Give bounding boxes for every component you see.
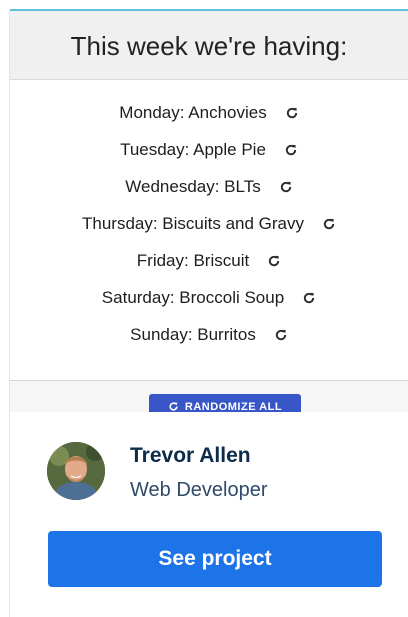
author-name[interactable]: Trevor Allen [130,444,251,468]
randomize-all-button[interactable]: RANDOMIZE ALL [149,394,301,412]
see-project-button[interactable]: See project [48,531,382,587]
meal-label: Saturday: Broccoli Soup [101,288,285,307]
meal-row-saturday: Saturday: Broccoli Soup [10,283,408,313]
refresh-icon[interactable] [274,328,288,342]
meal-label: Monday: Anchovies [119,103,267,122]
meal-row-tuesday: Tuesday: Apple Pie [10,135,408,165]
avatar [47,442,105,500]
refresh-icon [168,401,179,412]
meal-row-wednesday: Wednesday: BLTs [10,172,408,202]
refresh-icon[interactable] [267,254,281,268]
meal-label: Thursday: Biscuits and Gravy [81,214,305,233]
card-info: Trevor Allen Web Developer See project [10,412,408,617]
project-card: This week we're having: Monday: Anchovie… [0,0,408,617]
randomize-all-label: RANDOMIZE ALL [184,401,283,412]
refresh-icon[interactable] [322,217,336,231]
refresh-icon[interactable] [279,180,293,194]
project-preview[interactable]: This week we're having: Monday: Anchovie… [10,11,408,412]
refresh-icon[interactable] [284,143,298,157]
meal-list: Monday: Anchovies Tuesday: Apple Pie Wed… [10,80,408,381]
refresh-icon[interactable] [302,291,316,305]
meal-label: Wednesday: BLTs [125,177,261,196]
meal-row-sunday: Sunday: Burritos [10,320,408,350]
meal-row-monday: Monday: Anchovies [10,98,408,128]
meal-label: Friday: Briscuit [136,251,250,270]
meal-row-friday: Friday: Briscuit [10,246,408,276]
preview-title: This week we're having: [70,31,348,61]
author-role: Web Developer [130,479,268,501]
meal-label: Tuesday: Apple Pie [120,140,266,159]
preview-header: This week we're having: [10,11,408,80]
refresh-icon[interactable] [285,106,299,120]
meal-row-thursday: Thursday: Biscuits and Gravy [10,209,408,239]
meal-label: Sunday: Burritos [130,325,256,344]
